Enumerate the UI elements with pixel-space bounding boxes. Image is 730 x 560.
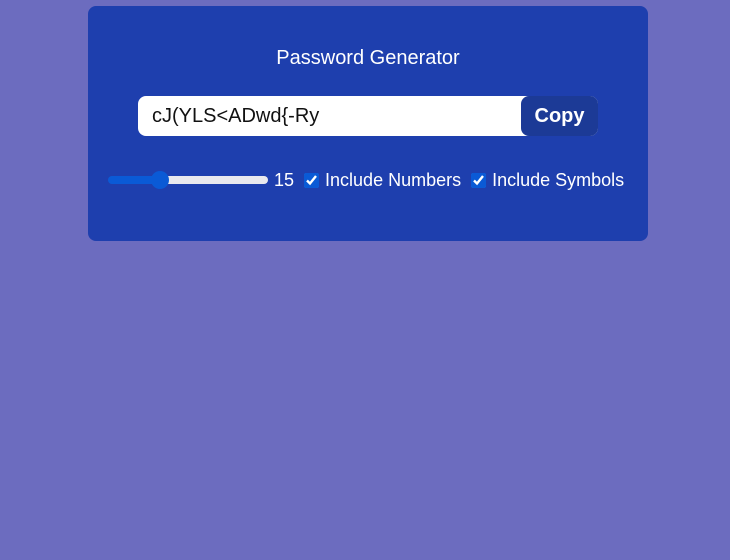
- options-row: 15 Include Numbers Include Symbols: [108, 166, 634, 194]
- include-symbols-label[interactable]: Include Symbols: [492, 170, 624, 191]
- app-title: Password Generator: [276, 47, 460, 69]
- length-value: 15: [274, 169, 295, 190]
- include-symbols-checkbox[interactable]: [471, 172, 487, 188]
- include-numbers-label[interactable]: Include Numbers: [325, 170, 461, 191]
- length-slider[interactable]: [108, 176, 268, 184]
- include-numbers-checkbox[interactable]: [304, 172, 320, 188]
- password-row: Copy: [138, 96, 598, 136]
- copy-button[interactable]: Copy: [521, 96, 598, 136]
- password-generator-card: Password Generator Copy 15 Include Numbe…: [88, 6, 648, 241]
